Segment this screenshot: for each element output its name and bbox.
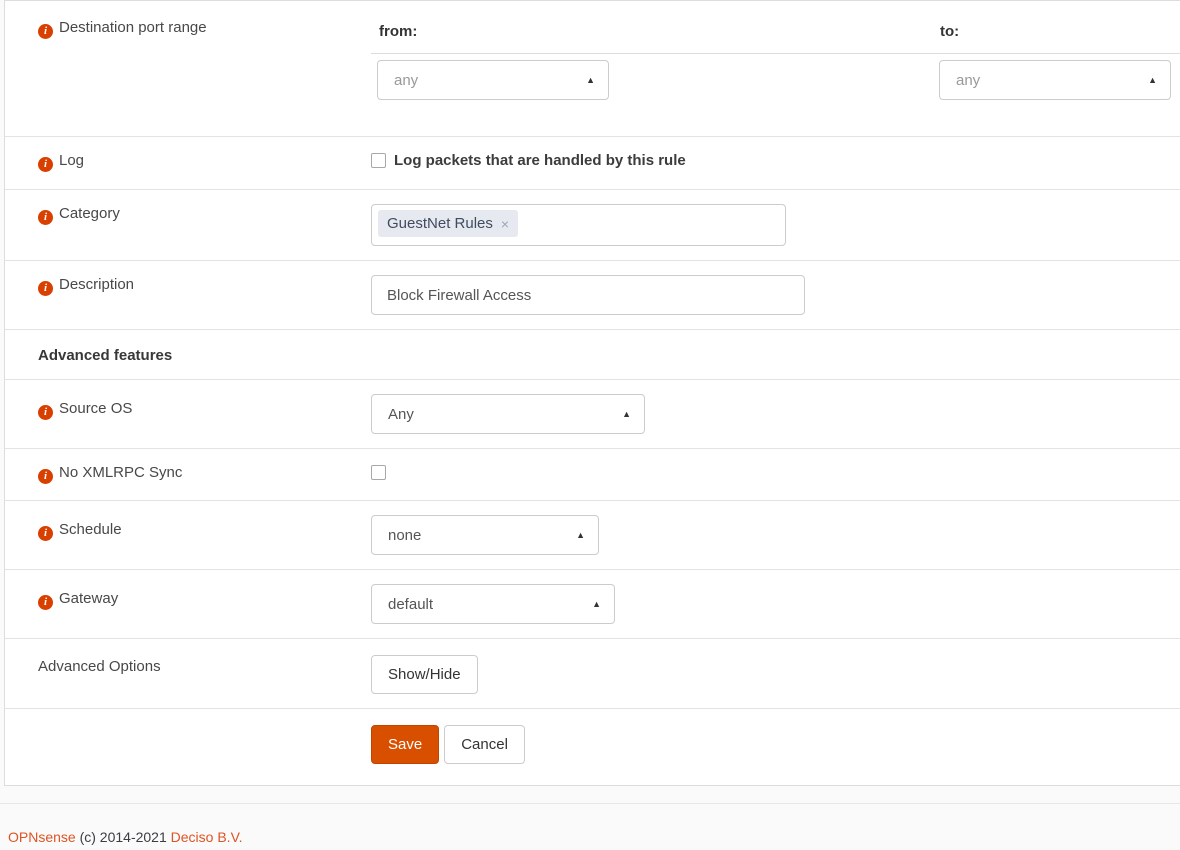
info-icon[interactable]: i (38, 24, 53, 39)
footer: OPNsense (c) 2014-2021 Deciso B.V. (0, 804, 1180, 845)
log-field: Log packets that are handled by this rul… (361, 137, 1180, 189)
advanced-options-field: Show/Hide (361, 639, 1180, 708)
port-range-fields: from: to: any ▲ any ▲ (361, 1, 1180, 136)
caret-up-icon: ▲ (622, 410, 631, 419)
field-label-schedule: i Schedule (5, 501, 361, 569)
row-category: i Category GuestNet Rules × (5, 189, 1180, 260)
row-actions: Save Cancel (5, 708, 1180, 785)
no-xmlrpc-checkbox[interactable] (371, 465, 386, 480)
field-label-gateway: i Gateway (5, 570, 361, 638)
save-button[interactable]: Save (371, 725, 439, 764)
row-source-os: i Source OS Any ▲ (5, 379, 1180, 448)
field-label-text: Destination port range (59, 19, 207, 36)
deciso-link[interactable]: Deciso B.V. (171, 829, 243, 845)
field-label-source-os: i Source OS (5, 380, 361, 448)
gateway-select[interactable]: default ▲ (371, 584, 615, 624)
row-description: i Description (5, 260, 1180, 329)
description-input[interactable] (371, 275, 805, 315)
actions-field: Save Cancel (361, 709, 1180, 785)
caret-up-icon: ▲ (576, 531, 585, 540)
field-label-text: Schedule (59, 521, 122, 538)
category-tag-text: GuestNet Rules (387, 215, 493, 232)
remove-tag-icon[interactable]: × (501, 216, 509, 232)
field-label-category: i Category (5, 190, 361, 260)
caret-up-icon: ▲ (1148, 76, 1157, 85)
caret-up-icon: ▲ (592, 600, 601, 609)
schedule-value: none (388, 527, 421, 544)
field-label-text: Log (59, 152, 84, 169)
field-label-text: Source OS (59, 400, 132, 417)
field-label-advanced-options: Advanced Options (5, 639, 361, 708)
gateway-value: default (388, 596, 433, 613)
log-checkbox-label: Log packets that are handled by this rul… (394, 152, 686, 169)
row-no-xmlrpc-sync: i No XMLRPC Sync (5, 448, 1180, 500)
cancel-button[interactable]: Cancel (444, 725, 525, 764)
actions-spacer (5, 709, 361, 785)
row-advanced-features-heading: Advanced features (5, 329, 1180, 379)
no-xmlrpc-field (361, 449, 1180, 500)
info-icon[interactable]: i (38, 281, 53, 296)
advanced-features-heading: Advanced features (5, 330, 180, 379)
info-icon[interactable]: i (38, 526, 53, 541)
schedule-select[interactable]: none ▲ (371, 515, 599, 555)
port-from-value: any (394, 72, 418, 89)
field-label-text: Description (59, 276, 134, 293)
port-to-header: to: (940, 23, 959, 40)
field-label-log: i Log (5, 137, 361, 189)
row-advanced-options: Advanced Options Show/Hide (5, 638, 1180, 708)
source-os-value: Any (388, 406, 414, 423)
info-icon[interactable]: i (38, 469, 53, 484)
copyright-text: (c) 2014-2021 (80, 829, 167, 845)
row-gateway: i Gateway default ▲ (5, 569, 1180, 638)
port-from-header: from: (379, 23, 417, 40)
footer-zone: OPNsense (c) 2014-2021 Deciso B.V. (0, 803, 1180, 845)
port-range-headers: from: to: (371, 1, 1180, 54)
schedule-field: none ▲ (361, 501, 1180, 569)
row-schedule: i Schedule none ▲ (5, 500, 1180, 569)
info-icon[interactable]: i (38, 595, 53, 610)
port-to-select[interactable]: any ▲ (939, 60, 1171, 100)
source-os-field: Any ▲ (361, 380, 1180, 448)
field-label-text: Gateway (59, 590, 118, 607)
category-tag: GuestNet Rules × (378, 210, 518, 237)
field-label-no-xmlrpc-sync: i No XMLRPC Sync (5, 449, 361, 500)
port-range-selects: any ▲ any ▲ (371, 54, 1180, 136)
info-icon[interactable]: i (38, 157, 53, 172)
caret-up-icon: ▲ (586, 76, 595, 85)
row-destination-port-range: i Destination port range from: to: any ▲ … (5, 1, 1180, 136)
port-from-select[interactable]: any ▲ (377, 60, 609, 100)
category-tag-input[interactable]: GuestNet Rules × (371, 204, 786, 246)
source-os-select[interactable]: Any ▲ (371, 394, 645, 434)
row-log: i Log Log packets that are handled by thi… (5, 136, 1180, 189)
field-label-text: Category (59, 205, 120, 222)
gateway-field: default ▲ (361, 570, 1180, 638)
description-field (361, 261, 1180, 329)
port-to-value: any (956, 72, 980, 89)
field-label-destination-port-range: i Destination port range (5, 1, 361, 136)
firewall-rule-form-panel: i Destination port range from: to: any ▲ … (4, 0, 1180, 786)
field-label-description: i Description (5, 261, 361, 329)
log-checkbox[interactable] (371, 153, 386, 168)
field-label-text: Advanced Options (38, 658, 161, 675)
opnsense-link[interactable]: OPNsense (8, 829, 76, 845)
category-field: GuestNet Rules × (361, 190, 1180, 260)
field-label-text: No XMLRPC Sync (59, 464, 182, 481)
info-icon[interactable]: i (38, 210, 53, 225)
info-icon[interactable]: i (38, 405, 53, 420)
show-hide-button[interactable]: Show/Hide (371, 655, 478, 694)
